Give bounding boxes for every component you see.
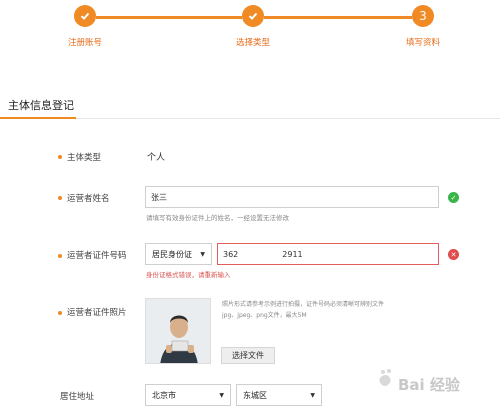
- id-number-label: 运营者证件号码: [67, 251, 127, 261]
- step-3-label: 填写资料: [405, 38, 441, 48]
- section-title-underline: [0, 117, 76, 119]
- required-bullet: [58, 155, 62, 159]
- step-connector: [96, 16, 242, 19]
- section-title: 主体信息登记: [8, 99, 74, 112]
- step-connector: [264, 16, 412, 19]
- district-value: 东城区: [243, 390, 267, 400]
- step-1-label: 注册账号: [67, 38, 103, 48]
- progress-steps: 3 注册账号 选择类型 填写资料: [0, 0, 500, 60]
- address-label: 居住地址: [60, 392, 95, 402]
- id-photo-example-image: [145, 298, 211, 364]
- required-bullet: [58, 311, 62, 315]
- step-2-label: 选择类型: [235, 38, 271, 48]
- id-number-input[interactable]: 362 2911: [217, 243, 439, 265]
- section-divider: [76, 118, 500, 119]
- id-photo-hint-line1: 照片形式请参考示例进行拍摄，证件号码必须清晰可辨别文件: [222, 301, 385, 308]
- baidu-jingyan-watermark: Bai 经验: [374, 364, 494, 404]
- watermark-text: Bai 经验: [398, 376, 460, 394]
- id-number-prefix: 362: [223, 249, 239, 259]
- error-close-icon: ✕: [448, 249, 459, 260]
- id-photo-label: 运营者证件照片: [67, 308, 127, 318]
- step-2-check-icon: [242, 5, 264, 27]
- operator-name-hint: 请填写有效身份证件上的姓名，一经设置无法修改: [146, 214, 289, 222]
- chevron-down-icon: ▼: [200, 250, 205, 258]
- subject-type-label: 主体类型: [67, 153, 102, 163]
- operator-name-label: 运营者姓名: [67, 194, 110, 204]
- id-type-select[interactable]: 居民身份证 ▼: [145, 243, 212, 265]
- id-number-suffix: 2911: [282, 249, 303, 259]
- operator-name-input[interactable]: 张三: [145, 186, 439, 208]
- chevron-down-icon: ▼: [219, 391, 224, 399]
- choose-file-button[interactable]: 选择文件: [221, 347, 275, 364]
- step-3-number: 3: [412, 5, 434, 27]
- chevron-down-icon: ▼: [310, 391, 315, 399]
- step-1-check-icon: [74, 5, 96, 27]
- required-bullet: [58, 254, 62, 258]
- valid-check-icon: ✓: [448, 192, 459, 203]
- subject-type-value: 个人: [147, 153, 166, 163]
- id-type-value: 居民身份证: [152, 249, 192, 259]
- id-photo-hint-line2: jpg、jpeg、png文件，最大5M: [222, 312, 307, 319]
- id-number-error: 身份证格式错误，请重新输入: [146, 271, 231, 279]
- city-select[interactable]: 北京市 ▼: [145, 384, 231, 406]
- city-value: 北京市: [152, 390, 176, 400]
- required-bullet: [58, 196, 62, 200]
- district-select[interactable]: 东城区 ▼: [236, 384, 322, 406]
